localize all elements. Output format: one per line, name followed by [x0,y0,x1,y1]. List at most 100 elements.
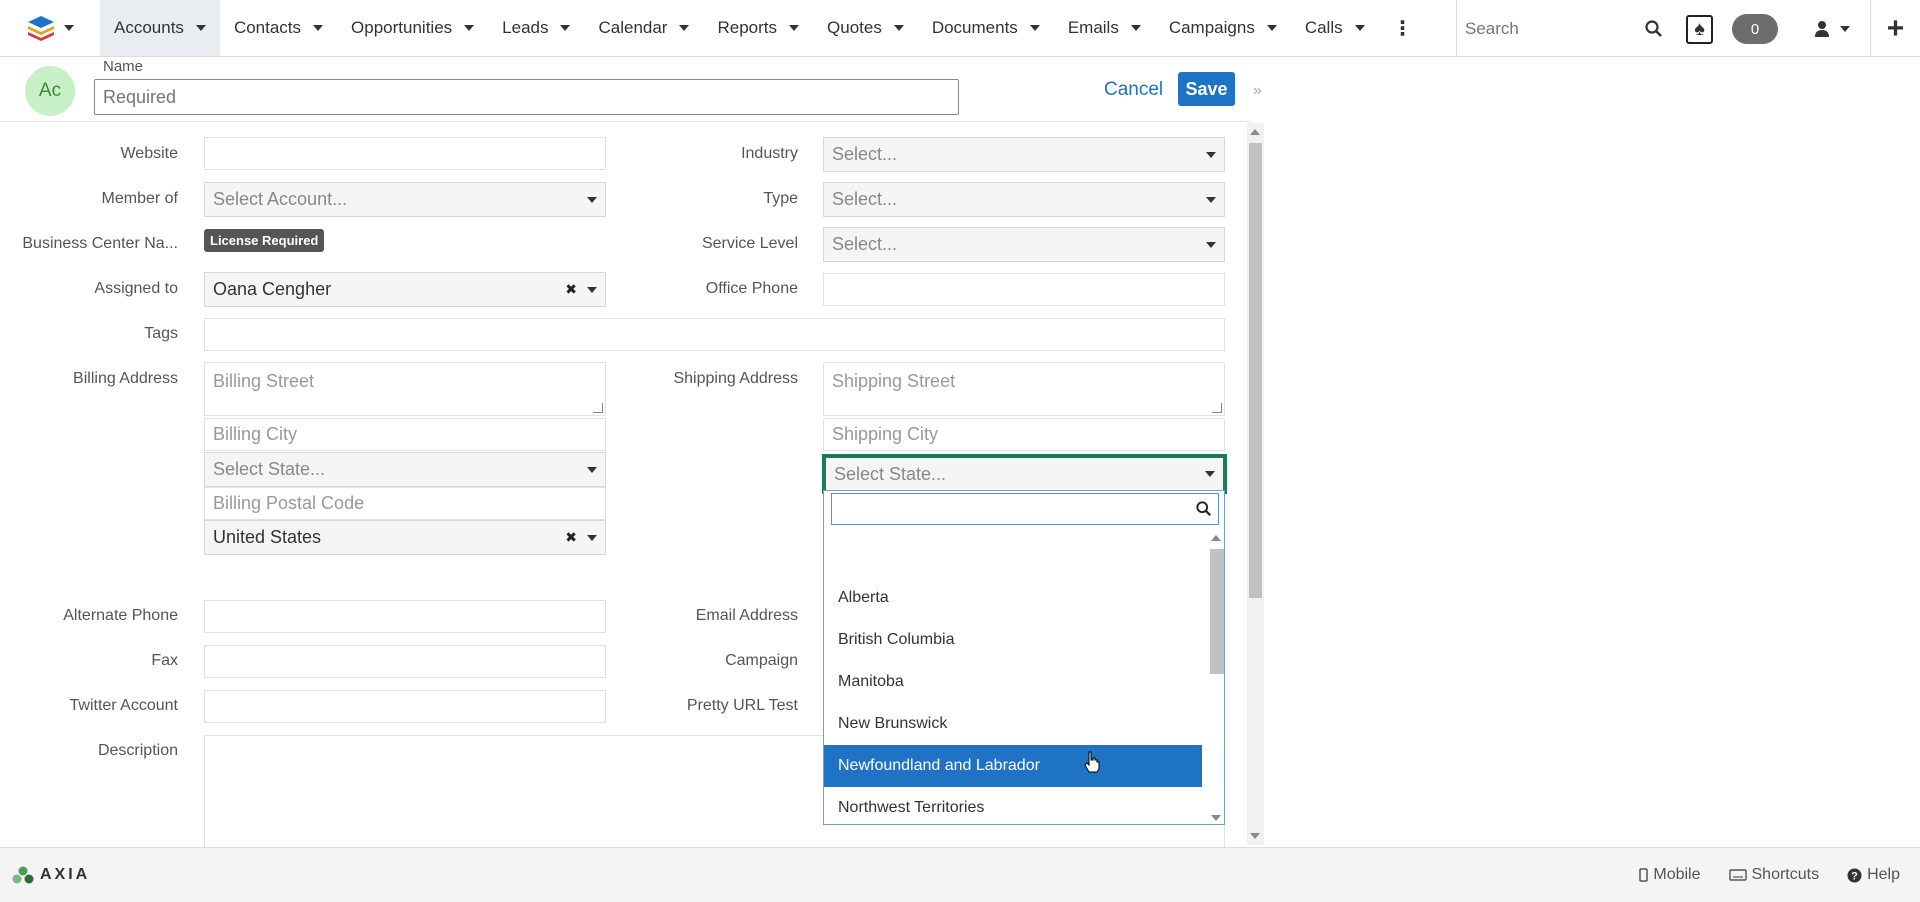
service-level-select[interactable]: Select... [823,227,1225,262]
avatar: Ac [25,66,75,116]
dropdown-option[interactable]: New Brunswick [824,703,1202,745]
billing-street-placeholder: Billing Street [213,371,315,391]
mobile-link[interactable]: Mobile [1639,866,1701,884]
tab-campaigns[interactable]: Campaigns [1155,0,1291,56]
billing-street-field[interactable]: Billing Street [204,362,606,416]
tab-accounts[interactable]: Accounts [100,0,220,56]
chevron-down-icon[interactable] [313,25,324,31]
help-label: Help [1867,866,1900,883]
footer: AXIA Mobile Shortcuts ? Help [0,847,1920,902]
scroll-up-icon[interactable] [1211,535,1221,541]
website-field[interactable] [204,137,606,170]
search-input[interactable] [1465,18,1645,39]
member-of-label: Member of [101,190,178,207]
brand-name: AXIA [40,866,91,883]
tab-reports[interactable]: Reports [703,0,813,56]
email-address-label: Email Address [695,607,798,624]
billing-state-placeholder: Select State... [213,459,326,479]
alternate-phone-field[interactable] [204,600,606,633]
fax-field[interactable] [204,645,606,678]
chevron-down-icon [1840,25,1850,32]
scroll-up-icon[interactable] [1250,129,1260,135]
member-of-select[interactable]: Select Account... [204,182,606,217]
dropdown-option[interactable]: British Columbia [824,619,1202,661]
type-select[interactable]: Select... [823,182,1225,217]
chevron-down-icon[interactable] [1354,25,1365,31]
tab-calls[interactable]: Calls [1291,0,1379,56]
shipping-state-select[interactable]: Select State... [822,454,1227,494]
billing-city-field[interactable]: Billing City [204,418,606,451]
search-icon[interactable] [1645,20,1663,38]
tab-emails[interactable]: Emails [1054,0,1155,56]
help-link[interactable]: ? Help [1847,866,1900,884]
name-field[interactable] [94,79,959,115]
tab-documents[interactable]: Documents [918,0,1054,56]
cancel-button[interactable]: Cancel [1104,79,1163,101]
chevron-down-icon[interactable] [1266,25,1277,31]
scroll-down-icon[interactable] [1211,815,1221,821]
industry-placeholder: Select... [832,144,898,164]
more-tabs-icon[interactable]: ⋮ [1379,0,1427,56]
chevron-down-icon [587,196,597,203]
shipping-city-field[interactable]: Shipping City [823,418,1225,451]
state-dropdown: Alberta British Columbia Manitoba New Br… [823,490,1225,825]
billing-state-select[interactable]: Select State... [204,452,606,487]
user-icon [1815,20,1829,37]
scrollbar-thumb[interactable] [1249,143,1262,598]
scroll-down-icon[interactable] [1250,833,1260,839]
save-button[interactable]: Save [1178,72,1235,106]
chevron-down-icon[interactable] [893,25,904,31]
page-scrollbar[interactable] [1247,123,1264,845]
chevron-down-icon[interactable] [195,25,206,31]
notification-count-badge[interactable]: 0 [1732,14,1778,44]
spade-icon[interactable]: ♠ [1686,15,1713,44]
assigned-to-select[interactable]: Oana Cengher ✖ [204,272,606,307]
app-logo-menu[interactable] [0,0,100,56]
office-phone-field[interactable] [823,273,1225,306]
billing-country-select[interactable]: United States ✖ [204,520,606,555]
chevron-down-icon[interactable] [560,25,571,31]
dropdown-scrollbar[interactable] [1206,535,1224,825]
billing-country-value: United States [213,527,322,547]
chevron-down-icon[interactable] [1130,25,1141,31]
shipping-city-placeholder: Shipping City [832,424,939,444]
dropdown-option[interactable]: Manitoba [824,661,1202,703]
dropdown-option[interactable]: Alberta [824,577,1202,619]
tab-label: Accounts [114,18,184,37]
mobile-label: Mobile [1653,866,1701,883]
user-menu[interactable] [1808,0,1868,57]
twitter-account-field[interactable] [204,690,606,723]
twitter-account-label: Twitter Account [69,697,179,714]
billing-postal-placeholder: Billing Postal Code [213,493,365,513]
dropdown-option-highlighted[interactable]: Newfoundland and Labrador [824,745,1202,787]
chevron-down-icon[interactable] [679,25,690,31]
tab-leads[interactable]: Leads [488,0,584,56]
resize-grip-icon[interactable] [593,403,603,413]
chevron-down-icon[interactable] [789,25,800,31]
dropdown-search-input[interactable] [831,493,1219,525]
record-header: Ac Name Cancel Save [0,57,1250,122]
tab-quotes[interactable]: Quotes [813,0,918,56]
pretty-url-label: Pretty URL Test [686,697,798,714]
quick-create-plus-icon[interactable]: + [1870,0,1920,57]
clear-icon[interactable]: ✖ [565,529,577,546]
collapse-sidebar-icon[interactable]: » [1253,82,1262,100]
industry-label: Industry [741,145,798,162]
tab-opportunities[interactable]: Opportunities [337,0,488,56]
shortcuts-link[interactable]: Shortcuts [1728,866,1819,884]
billing-postal-code-field[interactable]: Billing Postal Code [204,487,606,520]
chevron-down-icon[interactable] [464,25,475,31]
industry-select[interactable]: Select... [823,137,1225,172]
chevron-down-icon [587,466,597,473]
resize-grip-icon[interactable] [1212,403,1222,413]
dropdown-option[interactable]: Northwest Territories [824,787,1202,825]
chevron-down-icon[interactable] [1029,25,1040,31]
tags-field[interactable] [204,318,1225,351]
tab-calendar[interactable]: Calendar [584,0,703,56]
dropdown-option[interactable] [824,535,1202,577]
top-navigation-bar: Accounts Contacts Opportunities Leads Ca… [0,0,1920,57]
clear-icon[interactable]: ✖ [565,281,577,298]
tab-contacts[interactable]: Contacts [220,0,337,56]
scrollbar-thumb[interactable] [1210,549,1224,674]
shipping-street-field[interactable]: Shipping Street [823,362,1225,416]
